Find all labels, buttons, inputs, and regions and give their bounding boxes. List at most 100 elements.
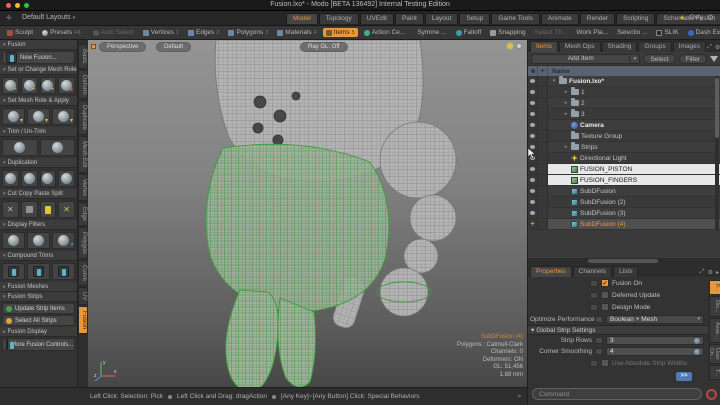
mesh-role-trim-button[interactable]: + <box>21 77 38 94</box>
design-mode-checkbox[interactable] <box>601 303 609 311</box>
expander-icon[interactable]: ▸ <box>563 89 569 95</box>
mesh-role-subtract-button[interactable]: + <box>40 77 57 94</box>
item-row-camera[interactable]: Camera <box>528 120 720 131</box>
tab-deform[interactable]: Deform <box>78 70 88 100</box>
eye-icon[interactable] <box>528 76 538 86</box>
item-row-fusion-piston[interactable]: FUSION_PISTON <box>528 164 720 175</box>
panel-more-icon[interactable]: ▸ <box>716 269 719 276</box>
tab-animate[interactable]: Animate <box>541 13 579 24</box>
filter-button[interactable]: Filter <box>679 54 707 64</box>
compound-trim-button-3[interactable] <box>52 263 75 280</box>
side-tab-fusion[interactable]: F... <box>709 280 720 295</box>
optimize-performance-dropdown[interactable]: Boolean + Mesh▾ <box>606 315 704 324</box>
tab-items[interactable]: Items <box>530 41 558 52</box>
item-row-subdfusion-3[interactable]: SubDFusion (3) <box>528 208 720 219</box>
eye-icon[interactable] <box>528 186 538 196</box>
item-row-subdfusion-1[interactable]: SubDFusion <box>528 186 720 197</box>
slik-button[interactable]: SLIK <box>653 28 681 37</box>
tab-scripting[interactable]: Scripting <box>616 13 655 24</box>
item-row-texture-group[interactable]: Texture Group <box>528 131 720 142</box>
select-button[interactable]: Select <box>643 54 675 64</box>
section-fusion-display[interactable]: ▸Fusion Display <box>0 327 77 337</box>
select-through-button[interactable]: Select Th... <box>532 28 571 37</box>
item-row-subdfusion-4[interactable]: +SubDFusion (4) <box>528 219 720 230</box>
item-list-scrollbar[interactable] <box>715 76 719 230</box>
tab-images[interactable]: Images <box>673 41 706 52</box>
tab-edge[interactable]: Edge <box>78 202 88 226</box>
tab-channels[interactable]: Channels <box>573 266 612 277</box>
section-mesh-role-apply[interactable]: ▾Set Mesh Role & Apply <box>0 96 77 106</box>
tab-properties[interactable]: Properties <box>530 266 572 277</box>
section-compound-trims[interactable]: ▾Compound Trims <box>0 251 77 261</box>
name-column-header[interactable]: Name <box>548 68 570 75</box>
tab-duplicate[interactable]: Duplicate <box>78 100 88 135</box>
eye-icon[interactable] <box>528 164 538 174</box>
section-fusion-meshes[interactable]: ▸Fusion Meshes <box>0 282 77 292</box>
tab-setup[interactable]: Setup <box>459 13 490 24</box>
eye-icon[interactable]: + <box>528 219 538 229</box>
expander-icon[interactable]: ▸ <box>563 144 569 150</box>
item-row-scene[interactable]: ▾Fusion.lxo* <box>528 76 720 87</box>
gear-icon[interactable]: ⚙ <box>707 13 714 22</box>
duplicate-button-4[interactable] <box>58 170 75 187</box>
side-tab-user-channels[interactable]: User Ch... <box>709 344 720 364</box>
paste-button[interactable] <box>40 201 57 218</box>
select-all-strips-button[interactable]: Select All Strips <box>2 315 75 326</box>
eye-icon[interactable] <box>528 109 538 119</box>
tab-render[interactable]: Render <box>580 13 615 24</box>
layout-switcher[interactable]: Default Layouts ▾ <box>22 14 75 21</box>
duplicate-button-2[interactable] <box>21 170 38 187</box>
trim-button[interactable] <box>2 139 38 156</box>
compound-trim-button-2[interactable] <box>27 263 50 280</box>
item-row-fusion-fingers[interactable]: FUSION_FINGERS <box>528 175 720 186</box>
tab-curve[interactable]: Curve <box>78 260 88 286</box>
section-display-filters[interactable]: ▾Display Filters <box>0 220 77 230</box>
tab-groups[interactable]: Groups <box>638 41 671 52</box>
eye-icon[interactable] <box>528 120 538 130</box>
tab-polygon[interactable]: Polygon <box>78 227 88 259</box>
duplicate-button-3[interactable] <box>40 170 57 187</box>
expand-panel-icon[interactable]: ⤢ <box>700 269 705 276</box>
action-center-button[interactable]: Action Ce... <box>361 28 409 37</box>
tab-basic[interactable]: Basic <box>78 44 88 69</box>
record-macro-icon[interactable] <box>706 389 717 400</box>
compound-trim-button-1[interactable] <box>2 263 25 280</box>
edges-mode-button[interactable]: Edges2 <box>185 28 223 37</box>
filter-funnel-icon[interactable] <box>710 56 718 62</box>
status-more-arrow[interactable]: > <box>517 393 521 400</box>
tab-mesh-edit[interactable]: Mesh Edit <box>78 136 88 173</box>
item-row-strips[interactable]: ▸Strips <box>528 142 720 153</box>
tab-topology[interactable]: Topology <box>319 13 359 24</box>
strip-rows-field[interactable]: 3 <box>606 336 704 345</box>
tab-uvedit[interactable]: UVEdit <box>360 13 394 24</box>
viewport-tab-default[interactable]: Default <box>156 42 191 52</box>
expander-icon[interactable]: ▸ <box>563 100 569 106</box>
eye-icon[interactable] <box>528 87 538 97</box>
eye-icon[interactable] <box>528 98 538 108</box>
more-options-button[interactable]: >> <box>676 372 692 381</box>
update-strip-items-button[interactable]: Update Strip Items <box>2 303 75 314</box>
filter-result-button[interactable] <box>27 232 50 249</box>
expander-icon[interactable]: ▾ <box>551 78 557 84</box>
tab-vertex[interactable]: Vertex <box>78 174 88 201</box>
sculpt-button[interactable]: Sculpt <box>4 28 36 37</box>
expand-panel-icon[interactable]: ⤢ <box>707 44 712 51</box>
more-fusion-controls-button[interactable]: More Fusion Controls... <box>2 338 75 351</box>
selection-sets-button[interactable]: Selectio ... <box>614 28 650 37</box>
tab-uv[interactable]: UV <box>78 287 88 305</box>
apply-trim-button[interactable]: ▾ <box>27 108 50 125</box>
section-trim[interactable]: ▾Trim / Un-Trim <box>0 127 77 137</box>
vertices-mode-button[interactable]: Vertices1 <box>140 28 182 37</box>
eye-icon[interactable] <box>528 175 538 185</box>
gear-icon[interactable]: ⚙ <box>708 269 713 276</box>
tab-layout[interactable]: Layout <box>425 13 459 24</box>
favorites-star-icon[interactable]: ★ <box>679 14 685 22</box>
presets-button[interactable]: PresetsF6 <box>39 28 83 37</box>
pin-layout-icon[interactable]: ✛ <box>6 14 12 22</box>
spinner-icon[interactable] <box>694 349 700 355</box>
tab-shading[interactable]: Shading <box>602 41 638 52</box>
eye-icon[interactable] <box>528 197 538 207</box>
expander-icon[interactable]: ▸ <box>563 111 569 117</box>
duplicate-button-1[interactable] <box>2 170 19 187</box>
viewport-tab-perspective[interactable]: Perspective <box>99 42 146 52</box>
